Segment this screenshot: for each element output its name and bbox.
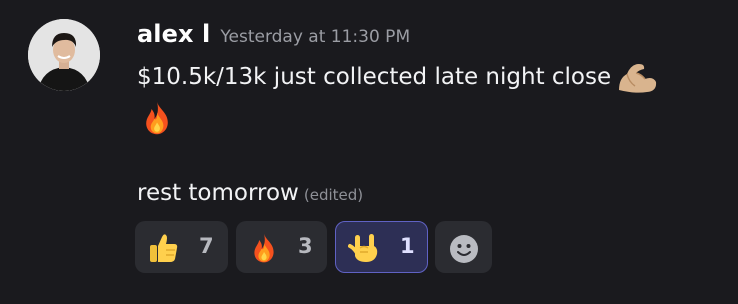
reaction-count: 1 — [400, 234, 415, 258]
message-line: $10.5k/13k just collected late night clo… — [137, 60, 659, 94]
message-header: alex l Yesterday at 11:30 PM — [137, 20, 410, 52]
avatar[interactable] — [28, 19, 100, 91]
timestamp[interactable]: Yesterday at 11:30 PM — [220, 27, 410, 47]
flexed-biceps-icon — [615, 60, 659, 94]
message-text: rest tomorrow — [137, 180, 299, 206]
edited-label: (edited) — [303, 186, 364, 204]
fire-icon — [247, 232, 281, 264]
reaction-count: 7 — [199, 234, 214, 258]
reaction-count: 3 — [298, 234, 313, 258]
message-text: $10.5k/13k just collected late night clo… — [137, 64, 612, 90]
rock-on-icon — [348, 232, 382, 264]
thumbs-up-icon — [146, 232, 180, 264]
smiley-face-icon — [449, 234, 479, 268]
username[interactable]: alex l — [137, 20, 210, 48]
add-reaction-button[interactable] — [435, 221, 492, 273]
reaction-fire[interactable]: 3 — [236, 221, 327, 273]
chat-message: alex l Yesterday at 11:30 PM $10.5k/13k j… — [0, 0, 738, 304]
reaction-rock-on[interactable]: 1 — [335, 221, 428, 273]
fire-icon — [137, 100, 181, 136]
reaction-thumbs-up[interactable]: 7 — [135, 221, 228, 273]
message-line: rest tomorrow (edited) — [137, 180, 363, 206]
